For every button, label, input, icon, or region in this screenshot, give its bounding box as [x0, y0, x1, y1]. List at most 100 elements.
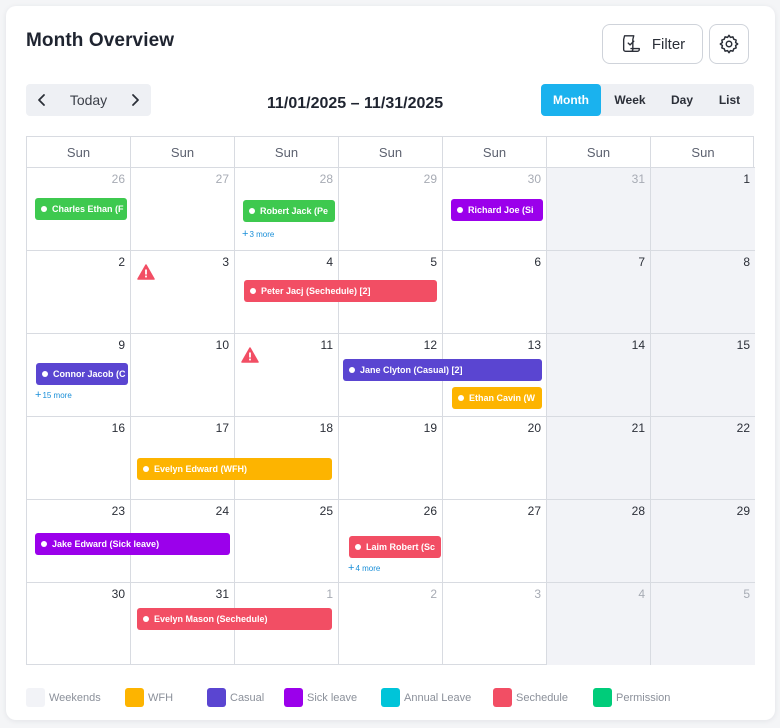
- weekend-day-cell[interactable]: 28: [547, 500, 651, 583]
- today-button[interactable]: Today: [58, 92, 119, 108]
- more-events-label: 4 more: [355, 564, 381, 573]
- calendar-event[interactable]: Peter Jacj (Sechedule) [2]: [244, 280, 437, 302]
- event-label: Jake Edward (Sick leave): [52, 539, 160, 549]
- legend: Weekends WFH Casual Sick leave Annual Le…: [26, 688, 670, 707]
- weekend-day-cell[interactable]: 22: [651, 417, 755, 500]
- calendar-event[interactable]: Ethan Cavin (W: [452, 387, 542, 409]
- weekend-day-cell[interactable]: 29: [651, 500, 755, 583]
- day-cell[interactable]: 19: [339, 417, 443, 500]
- weekend-day-cell[interactable]: 21: [547, 417, 651, 500]
- weekend-day-cell[interactable]: 31: [547, 168, 651, 251]
- day-cell[interactable]: 16: [27, 417, 131, 500]
- legend-item-casual: Casual: [207, 688, 284, 707]
- day-number: 30: [111, 587, 125, 601]
- day-number: 29: [736, 504, 750, 518]
- day-number: 13: [527, 338, 541, 352]
- weekend-day-cell[interactable]: 14: [547, 334, 651, 417]
- weekday-header: Sun: [443, 137, 547, 168]
- weekend-day-cell[interactable]: 7: [547, 251, 651, 334]
- day-number: 12: [423, 338, 437, 352]
- event-label: Evelyn Edward (WFH): [154, 464, 248, 474]
- day-number: 2: [118, 255, 125, 269]
- event-dot: [250, 288, 256, 294]
- legend-item-weekends: Weekends: [26, 688, 125, 707]
- legend-swatch: [381, 688, 400, 707]
- day-number: 3: [222, 255, 229, 269]
- calendar-event[interactable]: Evelyn Edward (WFH): [137, 458, 332, 480]
- weekend-day-cell[interactable]: 4: [547, 583, 651, 665]
- more-events-link[interactable]: +4 more: [348, 562, 380, 574]
- view-list-tab[interactable]: List: [705, 84, 754, 116]
- weekend-day-cell[interactable]: 1: [651, 168, 755, 251]
- weekend-day-cell[interactable]: 15: [651, 334, 755, 417]
- settings-button[interactable]: [709, 24, 749, 64]
- day-cell[interactable]: 2: [339, 583, 443, 665]
- day-cell[interactable]: 27: [131, 168, 235, 251]
- previous-month-button[interactable]: [26, 84, 58, 116]
- day-number: 22: [736, 421, 750, 435]
- legend-item-annual-leave: Annual Leave: [381, 688, 493, 707]
- event-dot: [457, 207, 463, 213]
- weekday-header: Sun: [131, 137, 235, 168]
- calendar-event[interactable]: Laim Robert (Sc: [349, 536, 441, 558]
- day-cell[interactable]: 10: [131, 334, 235, 417]
- warning-icon[interactable]: [241, 347, 259, 363]
- calendar-event[interactable]: Jake Edward (Sick leave): [35, 533, 230, 555]
- day-number: 24: [215, 504, 229, 518]
- more-events-link[interactable]: +3 more: [242, 228, 274, 240]
- day-number: 14: [631, 338, 645, 352]
- day-number: 19: [423, 421, 437, 435]
- legend-item-permission: Permission: [593, 688, 670, 707]
- legend-swatch: [26, 688, 45, 707]
- day-cell[interactable]: 27: [443, 500, 547, 583]
- legend-item-sick-leave: Sick leave: [284, 688, 381, 707]
- day-number: 6: [534, 255, 541, 269]
- day-number: 16: [111, 421, 125, 435]
- calendar-event[interactable]: Richard Joe (Si: [451, 199, 543, 221]
- event-label: Jane Clyton (Casual) [2]: [360, 365, 463, 375]
- event-label: Peter Jacj (Sechedule) [2]: [261, 286, 371, 296]
- view-day-tab[interactable]: Day: [659, 84, 705, 116]
- more-events-link[interactable]: +15 more: [35, 389, 72, 401]
- view-week-tab[interactable]: Week: [601, 84, 659, 116]
- day-number: 8: [743, 255, 750, 269]
- day-cell[interactable]: 29: [339, 168, 443, 251]
- filter-button[interactable]: Filter: [602, 24, 703, 64]
- calendar-event[interactable]: Charles Ethan (F: [35, 198, 127, 220]
- weekend-day-cell[interactable]: 8: [651, 251, 755, 334]
- day-cell[interactable]: 30: [27, 583, 131, 665]
- warning-icon[interactable]: [137, 264, 155, 280]
- day-number: 29: [423, 172, 437, 186]
- legend-label: WFH: [148, 691, 174, 704]
- legend-item-sechedule: Sechedule: [493, 688, 593, 707]
- calendar-event[interactable]: Connor Jacob (C: [36, 363, 128, 385]
- day-number: 1: [326, 587, 333, 601]
- event-dot: [41, 541, 47, 547]
- day-cell[interactable]: 6: [443, 251, 547, 334]
- day-number: 17: [215, 421, 229, 435]
- day-cell[interactable]: 2: [27, 251, 131, 334]
- day-number: 26: [423, 504, 437, 518]
- legend-label: Casual: [230, 691, 265, 704]
- calendar-event[interactable]: Jane Clyton (Casual) [2]: [343, 359, 542, 381]
- day-cell[interactable]: 20: [443, 417, 547, 500]
- event-dot: [349, 367, 355, 373]
- calendar-grid: Sun Sun Sun Sun Sun Sun Sun 26 27 28 29 …: [26, 136, 755, 665]
- plus-icon: +: [242, 228, 249, 240]
- event-label: Richard Joe (Si: [468, 205, 534, 215]
- next-month-button[interactable]: [119, 84, 151, 116]
- calendar-event[interactable]: Robert Jack (Pe: [243, 200, 335, 222]
- calendar-event[interactable]: Evelyn Mason (Sechedule): [137, 608, 332, 630]
- day-number: 18: [319, 421, 333, 435]
- weekday-header: Sun: [235, 137, 339, 168]
- day-number: 9: [118, 338, 125, 352]
- event-dot: [143, 466, 149, 472]
- weekend-day-cell[interactable]: 5: [651, 583, 755, 665]
- day-cell[interactable]: 25: [235, 500, 339, 583]
- day-cell[interactable]: 3: [443, 583, 547, 665]
- view-month-tab[interactable]: Month: [541, 84, 601, 116]
- weekday-header: Sun: [339, 137, 443, 168]
- event-label: Evelyn Mason (Sechedule): [154, 614, 268, 624]
- month-overview-card: Month Overview Filter Today 11/01/2025 –…: [6, 6, 775, 720]
- day-number: 4: [638, 587, 645, 601]
